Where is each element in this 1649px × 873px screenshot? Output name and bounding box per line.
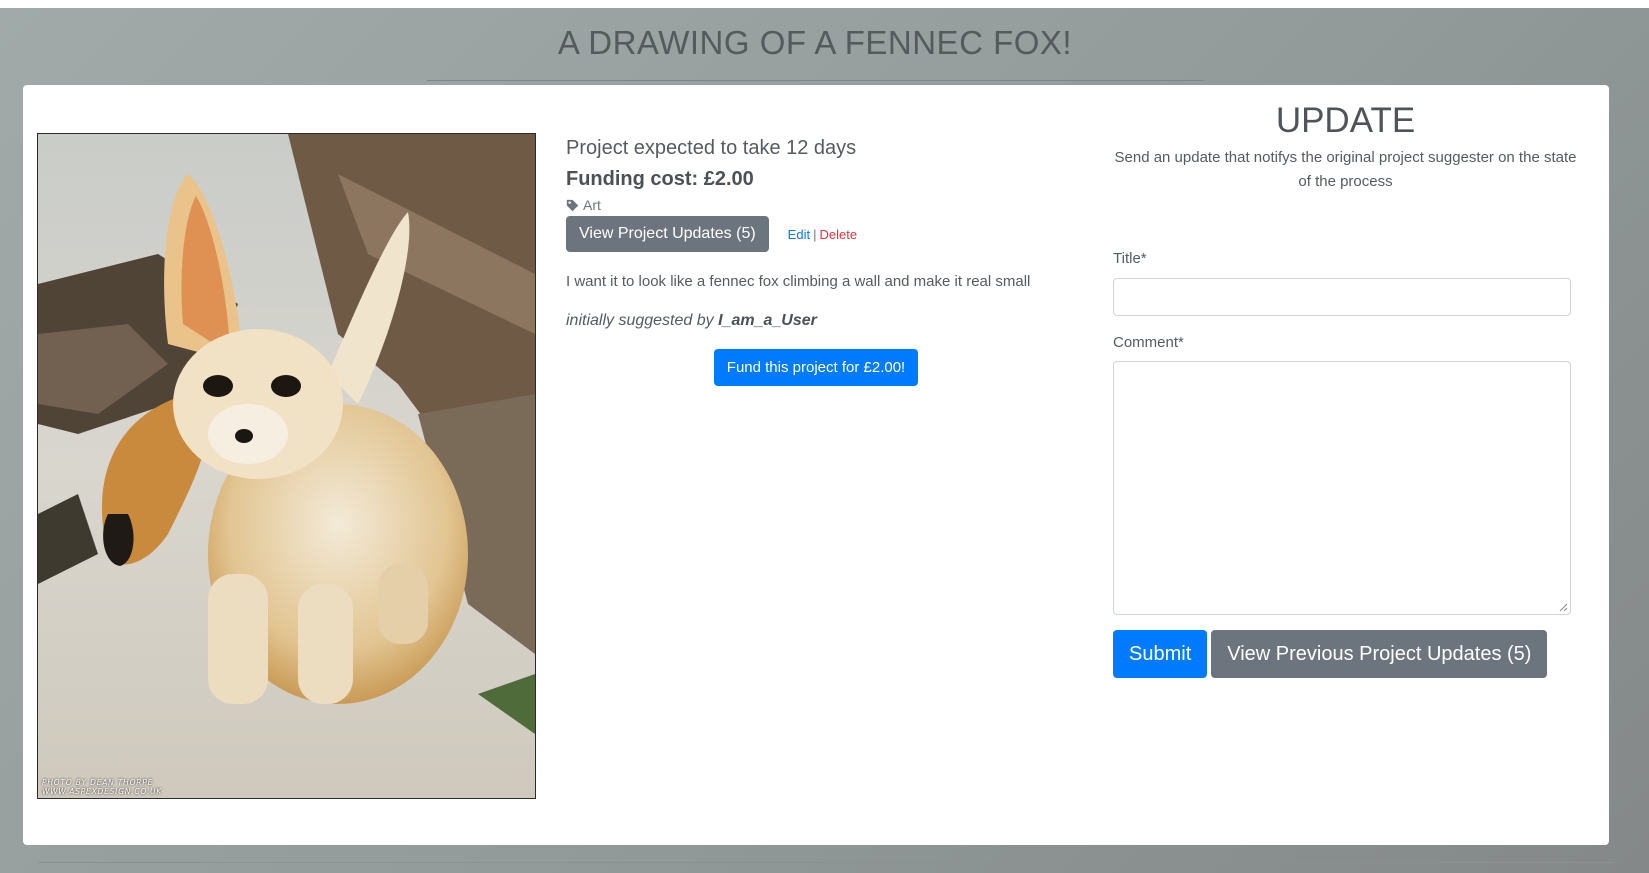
update-panel: UPDATE Send an update that notifys the o… <box>1098 85 1593 678</box>
footer-divider <box>38 862 1613 863</box>
suggested-prefix: initially suggested by <box>566 312 714 329</box>
submit-button[interactable]: Submit <box>1113 630 1208 678</box>
fund-wrapper: Fund this project for £2.00! <box>566 349 1066 386</box>
watermark-line-1: PHOTO BY DEAN THORPE <box>42 778 154 787</box>
page-title: A DRAWING OF A FENNEC FOX! <box>557 24 1073 61</box>
funding-cost: Funding cost: £2.00 <box>566 168 754 190</box>
comment-textarea[interactable] <box>1113 361 1571 615</box>
update-subtitle: Send an update that notifys the original… <box>1114 149 1577 190</box>
project-tag: Art <box>566 197 1086 213</box>
title-label: Title* <box>1113 250 1147 267</box>
project-duration: Project expected to take 12 days <box>566 137 857 159</box>
top-strip <box>0 0 1649 8</box>
suggester-username: I_am_a_User <box>718 312 817 329</box>
project-details: Project expected to take 12 days Funding… <box>566 135 1086 386</box>
delete-link[interactable]: Delete <box>819 227 857 242</box>
form-buttons: Submit View Previous Project Updates (5) <box>1113 630 1571 678</box>
tag-label: Art <box>583 197 601 213</box>
update-heading: UPDATE <box>1275 101 1416 140</box>
project-image: PHOTO BY DEAN THORPE WWW.ASPEXDESIGN.CO.… <box>37 133 536 799</box>
edit-link[interactable]: Edit <box>788 227 810 242</box>
project-card: PHOTO BY DEAN THORPE WWW.ASPEXDESIGN.CO.… <box>23 85 1609 845</box>
update-form: Title* Comment* Submit View Previous Pro… <box>1113 249 1571 678</box>
resize-grip-icon[interactable] <box>1559 603 1568 612</box>
title-divider <box>427 80 1204 81</box>
fund-project-button[interactable]: Fund this project for £2.00! <box>713 349 919 386</box>
project-description: I want it to look like a fennec fox clim… <box>566 273 1031 290</box>
comment-label: Comment* <box>1113 334 1184 351</box>
photo-watermark: PHOTO BY DEAN THORPE WWW.ASPEXDESIGN.CO.… <box>42 778 162 796</box>
suggested-by: initially suggested by I_am_a_User <box>566 311 1086 331</box>
title-input[interactable] <box>1113 278 1571 316</box>
watermark-line-2: WWW.ASPEXDESIGN.CO.UK <box>42 787 163 796</box>
action-separator: | <box>813 226 817 242</box>
view-previous-updates-button[interactable]: View Previous Project Updates (5) <box>1211 630 1548 678</box>
tag-icon <box>566 199 579 211</box>
project-actions: View Project Updates (5) Edit | Delete <box>566 216 1086 252</box>
view-project-updates-button[interactable]: View Project Updates (5) <box>566 216 769 252</box>
